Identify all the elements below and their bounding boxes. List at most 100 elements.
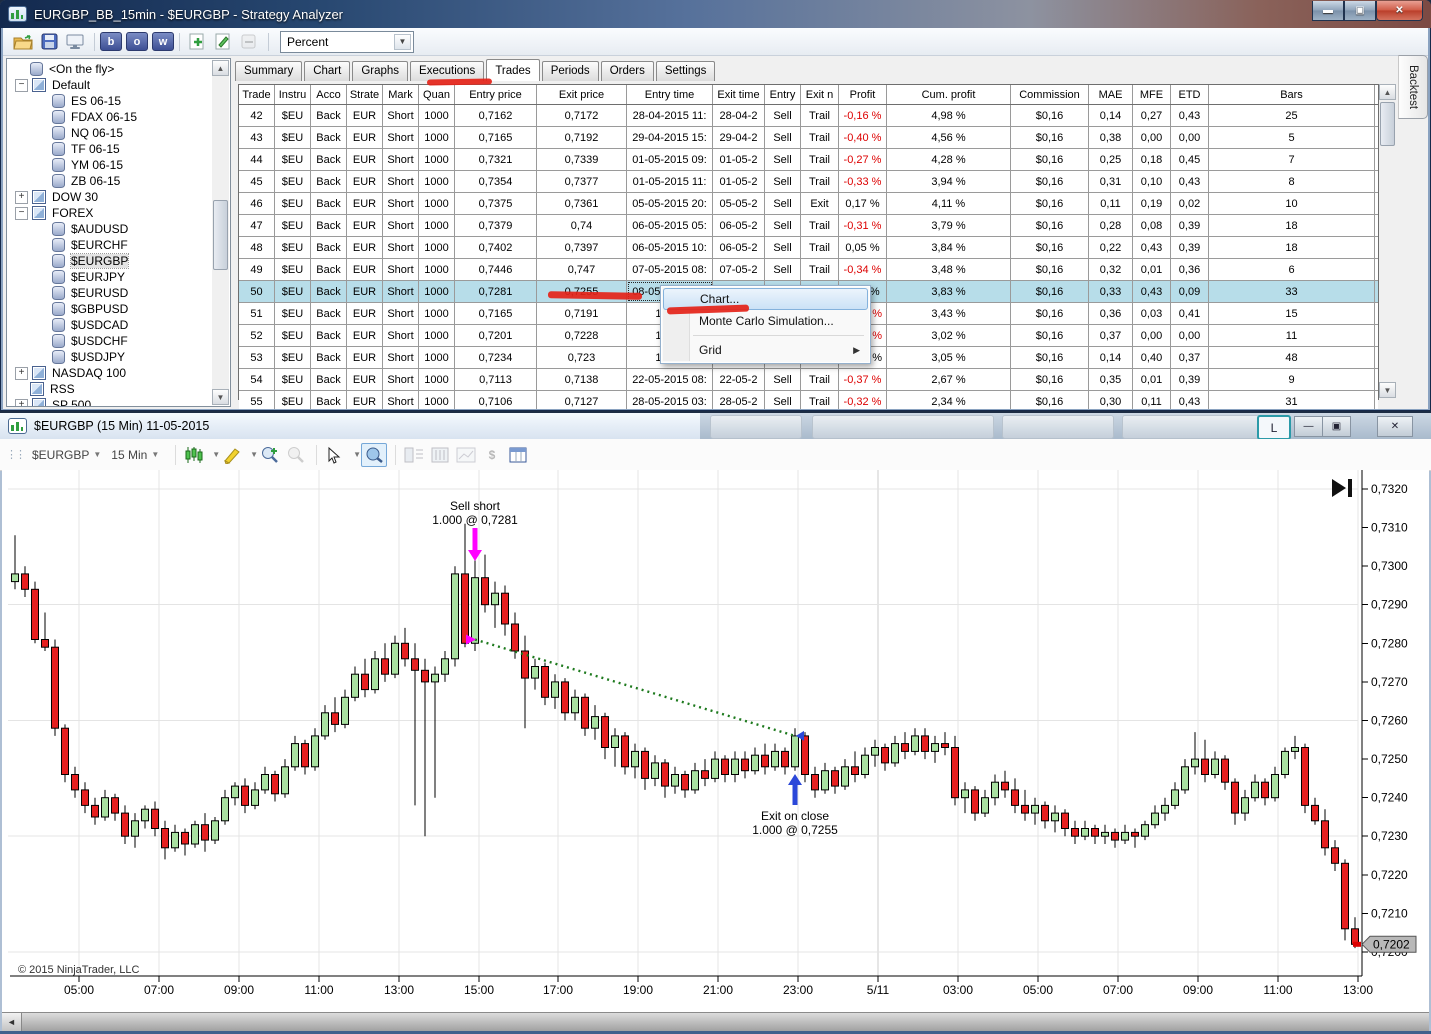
data-box-button[interactable] xyxy=(361,442,387,467)
edit-button[interactable] xyxy=(211,31,235,52)
price-chart[interactable]: Sell short 1.000 @ 0,7281 Exit on close 1.0… xyxy=(2,470,1429,1012)
table-row[interactable]: 46 $EU Back EUR Short 1000 0,7375 0,7361 05-05-2… xyxy=(239,193,1378,215)
tree-item-on-the-fly[interactable]: <On the fly> xyxy=(7,61,230,77)
table-row[interactable]: 49 $EU Back EUR Short 1000 0,7446 0,747 07-05-20… xyxy=(239,259,1378,281)
collapse-icon[interactable]: − xyxy=(15,206,28,220)
step-forward-icon[interactable] xyxy=(1332,479,1352,497)
table-row[interactable]: 55 $EU Back EUR Short 1000 0,7106 0,7127 28-05-2… xyxy=(239,391,1378,409)
tree-item-zb-06-15[interactable]: ZB 06-15 xyxy=(7,173,230,189)
interval-select[interactable]: 15 Min ▼ xyxy=(111,448,159,462)
table-row[interactable]: 45 $EU Back EUR Short 1000 0,7354 0,7377 01-05-2… xyxy=(239,171,1378,193)
tree-item-ym-06-15[interactable]: YM 06-15 xyxy=(7,157,230,173)
tab-periods[interactable]: Periods xyxy=(541,61,599,81)
scroll-down-icon[interactable]: ▼ xyxy=(212,389,229,405)
zoom-in-button[interactable] xyxy=(258,444,282,466)
menu-item-grid[interactable]: Grid ▶ xyxy=(661,339,870,361)
scroll-down-icon[interactable]: ▼ xyxy=(1379,382,1396,398)
chart-scrollbar[interactable]: ◄ xyxy=(2,1012,1429,1032)
tree-item-rss[interactable]: RSS xyxy=(7,381,230,397)
tree-item-gbpusd[interactable]: $GBPUSD xyxy=(7,301,230,317)
tree-item-nq-06-15[interactable]: NQ 06-15 xyxy=(7,125,230,141)
tab-trades[interactable]: Trades xyxy=(486,59,540,81)
chevron-down-icon[interactable]: ▼ xyxy=(394,33,411,50)
chevron-down-icon[interactable]: ▼ xyxy=(250,450,258,459)
column-header-exit-price[interactable]: Exit price xyxy=(537,85,627,104)
table-row[interactable]: 42 $EU Back EUR Short 1000 0,7162 0,7172 28-04-2… xyxy=(239,105,1378,127)
column-header-acco[interactable]: Acco xyxy=(311,85,347,104)
tree-item-nasdaq-100[interactable]: + NASDAQ 100 xyxy=(7,365,230,381)
tree-item-usdcad[interactable]: $USDCAD xyxy=(7,317,230,333)
table-scrollbar[interactable]: ▲ ▼ xyxy=(1379,84,1396,398)
tree-scroll-thumb[interactable] xyxy=(213,200,228,270)
save-button[interactable] xyxy=(37,31,61,52)
column-header-entry-price[interactable]: Entry price xyxy=(455,85,537,104)
line-chart-icon[interactable] xyxy=(454,444,478,466)
table-scroll-thumb[interactable] xyxy=(1380,102,1395,146)
table-row[interactable]: 54 $EU Back EUR Short 1000 0,7113 0,7138 22-05-2… xyxy=(239,369,1378,391)
column-header-strate[interactable]: Strate xyxy=(347,85,383,104)
collapse-icon[interactable]: − xyxy=(15,78,28,92)
expand-icon[interactable]: + xyxy=(15,398,28,406)
table-row[interactable]: 47 $EU Back EUR Short 1000 0,7379 0,74 06-05-201… xyxy=(239,215,1378,237)
toolbar-grip[interactable]: ⋮⋮ xyxy=(6,448,26,461)
data-grid-icon[interactable] xyxy=(506,444,530,466)
column-header-trade[interactable]: Trade xyxy=(239,85,275,104)
w-button[interactable]: w xyxy=(152,32,174,51)
maximize-button[interactable]: ▣ xyxy=(1322,416,1351,437)
column-header-entry-time[interactable]: Entry time xyxy=(627,85,713,104)
chart-trader-icon[interactable] xyxy=(428,444,452,466)
table-row[interactable]: 44 $EU Back EUR Short 1000 0,7321 0,7339 01-05-2… xyxy=(239,149,1378,171)
expand-icon[interactable]: + xyxy=(15,366,28,380)
scroll-left-icon[interactable]: ◄ xyxy=(2,1013,22,1031)
minimize-button[interactable]: ▬ xyxy=(1312,1,1344,21)
tree-item-fdax-06-15[interactable]: FDAX 06-15 xyxy=(7,109,230,125)
tree-item-eurchf[interactable]: $EURCHF xyxy=(7,237,230,253)
panel-list-icon[interactable] xyxy=(402,444,426,466)
open-button[interactable] xyxy=(11,31,35,52)
column-header-profit[interactable]: Profit xyxy=(839,85,887,104)
candlestick-chart-svg[interactable]: Sell short1.000 @ 0,7281Exit on close1.0… xyxy=(2,470,1429,1012)
table-row[interactable]: 48 $EU Back EUR Short 1000 0,7402 0,7397 06-05-2… xyxy=(239,237,1378,259)
dollar-icon[interactable]: $ xyxy=(480,444,504,466)
column-header-mae[interactable]: MAE xyxy=(1089,85,1133,104)
tree-item-forex[interactable]: − FOREX xyxy=(7,205,230,221)
chevron-down-icon[interactable]: ▼ xyxy=(212,450,220,459)
column-header-entry[interactable]: Entry xyxy=(765,85,801,104)
tree-item-es-06-15[interactable]: ES 06-15 xyxy=(7,93,230,109)
tab-graphs[interactable]: Graphs xyxy=(352,61,409,81)
display-button[interactable] xyxy=(63,31,87,52)
tree-item-eurjpy[interactable]: $EURJPY xyxy=(7,269,230,285)
tab-settings[interactable]: Settings xyxy=(655,61,716,81)
tree-item-usdjpy[interactable]: $USDJPY xyxy=(7,349,230,365)
column-header-instru[interactable]: Instru xyxy=(275,85,311,104)
column-header-exit-n[interactable]: Exit n xyxy=(801,85,839,104)
tree-item-eurusd[interactable]: $EURUSD xyxy=(7,285,230,301)
o-button[interactable]: o xyxy=(126,32,148,51)
column-header-cum-profit[interactable]: Cum. profit xyxy=(887,85,1011,104)
column-header-mark[interactable]: Mark xyxy=(383,85,419,104)
tab-chart[interactable]: Chart xyxy=(304,61,351,81)
tab-summary[interactable]: Summary xyxy=(235,61,303,81)
tree-item-eurgbp[interactable]: $EURGBP xyxy=(7,253,230,269)
column-header-quan[interactable]: Quan xyxy=(419,85,455,104)
display-mode-select[interactable]: Percent ▼ xyxy=(280,30,414,53)
column-header-commission[interactable]: Commission xyxy=(1011,85,1089,104)
tree-item-tf-06-15[interactable]: TF 06-15 xyxy=(7,141,230,157)
symbol-select[interactable]: $EURGBP ▼ xyxy=(32,448,101,462)
tree-item-audusd[interactable]: $AUDUSD xyxy=(7,221,230,237)
time-axis[interactable]: 05:00 07:00 09:00 11:00 13:00 15:00 17:00 19:00… xyxy=(10,975,1373,997)
tree-scrollbar[interactable]: ▲ ▼ xyxy=(212,60,229,405)
scroll-up-icon[interactable]: ▲ xyxy=(1379,84,1396,100)
column-header-bars[interactable]: Bars xyxy=(1209,85,1375,104)
price-axis[interactable]: 0,7320 0,7310 0,7300 0,7290 0,7280 0,7270 0,72… xyxy=(1361,470,1408,976)
analyzer-titlebar[interactable]: EURGBP_BB_15min - $EURGBP - Strategy Ana… xyxy=(0,0,1431,28)
column-header-etd[interactable]: ETD xyxy=(1171,85,1209,104)
tree-item-sp-500[interactable]: + SP 500 xyxy=(7,397,230,406)
add-button[interactable] xyxy=(185,31,209,52)
column-header-mfe[interactable]: MFE xyxy=(1133,85,1171,104)
maximize-button[interactable]: ▣ xyxy=(1344,1,1376,21)
tree-item-default[interactable]: − Default xyxy=(7,77,230,93)
tree-item-dow-30[interactable]: + DOW 30 xyxy=(7,189,230,205)
zoom-out-button[interactable] xyxy=(284,444,308,466)
cursor-button[interactable] xyxy=(323,444,347,466)
